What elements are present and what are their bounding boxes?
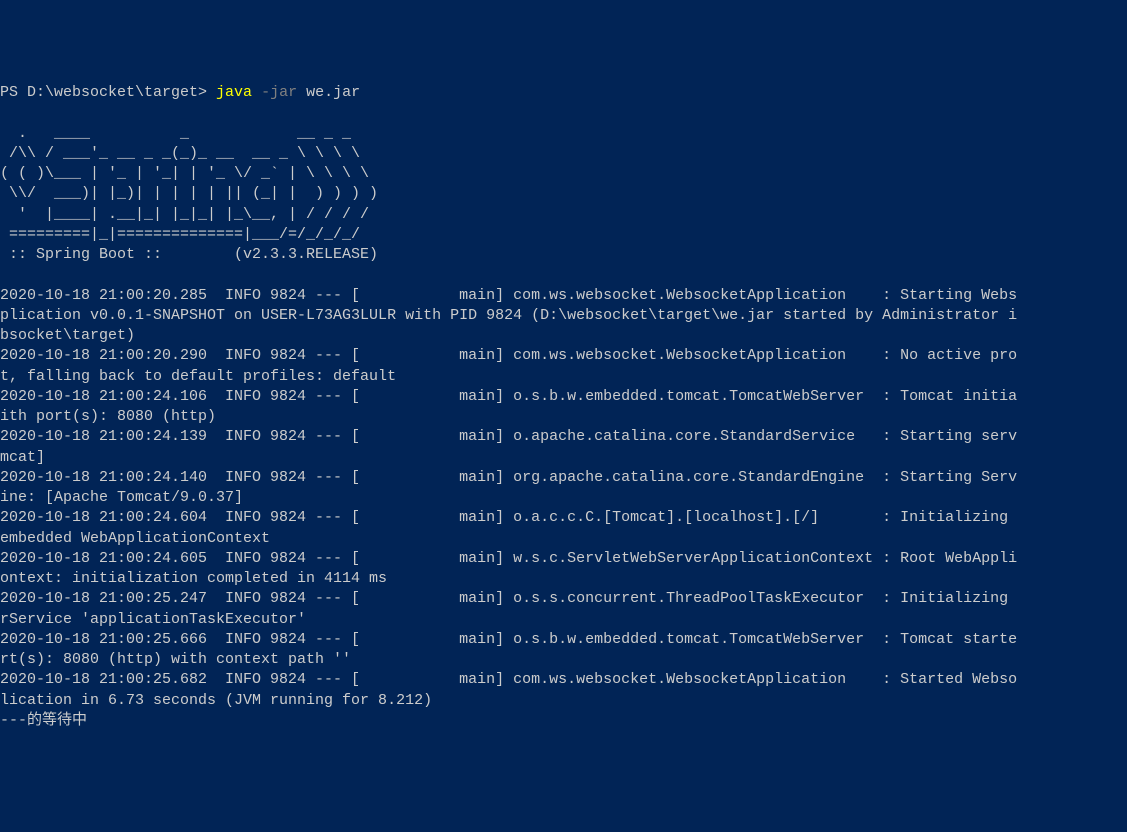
- log-entry: 2020-10-18 21:00:24.604 INFO 9824 --- [ …: [0, 509, 1017, 526]
- spring-banner-line: =========|_|==============|___/=/_/_/_/: [0, 226, 360, 243]
- spring-banner-line: /\\ / ___'_ __ _ _(_)_ __ __ _ \ \ \ \: [0, 145, 360, 162]
- log-entry: 2020-10-18 21:00:20.290 INFO 9824 --- [ …: [0, 347, 1017, 364]
- log-entry: lication in 6.73 seconds (JVM running fo…: [0, 692, 432, 709]
- spring-banner-line: ' |____| .__|_| |_|_| |_\__, | / / / /: [0, 206, 369, 223]
- spring-banner-line: . ____ _ __ _ _: [0, 125, 351, 142]
- log-entry: rService 'applicationTaskExecutor': [0, 611, 306, 628]
- log-entry: ontext: initialization completed in 4114…: [0, 570, 387, 587]
- log-entry: rt(s): 8080 (http) with context path '': [0, 651, 351, 668]
- prompt-line: PS D:\websocket\target> java -jar we.jar: [0, 84, 360, 101]
- spring-banner-line: ( ( )\___ | '_ | '_| | '_ \/ _` | \ \ \ …: [0, 165, 369, 182]
- log-entry: ---的等待中: [0, 712, 87, 729]
- log-entry: 2020-10-18 21:00:25.682 INFO 9824 --- [ …: [0, 671, 1017, 688]
- log-entry: ine: [Apache Tomcat/9.0.37]: [0, 489, 243, 506]
- log-entry: 2020-10-18 21:00:25.666 INFO 9824 --- [ …: [0, 631, 1017, 648]
- spring-banner-line: \\/ ___)| |_)| | | | | || (_| | ) ) ) ): [0, 185, 378, 202]
- log-entry: embedded WebApplicationContext: [0, 530, 270, 547]
- prompt-path: PS D:\websocket\target>: [0, 84, 216, 101]
- terminal-output[interactable]: PS D:\websocket\target> java -jar we.jar…: [0, 83, 1127, 731]
- command-file: we.jar: [297, 84, 360, 101]
- log-entry: ith port(s): 8080 (http): [0, 408, 216, 425]
- spring-boot-version: :: Spring Boot :: (v2.3.3.RELEASE): [0, 246, 378, 263]
- command-arg: -jar: [252, 84, 297, 101]
- log-entry: bsocket\target): [0, 327, 135, 344]
- log-entry: 2020-10-18 21:00:24.605 INFO 9824 --- [ …: [0, 550, 1017, 567]
- log-entry: 2020-10-18 21:00:20.285 INFO 9824 --- [ …: [0, 287, 1017, 304]
- log-entry: 2020-10-18 21:00:24.106 INFO 9824 --- [ …: [0, 388, 1017, 405]
- log-entry: t, falling back to default profiles: def…: [0, 368, 396, 385]
- log-entry: 2020-10-18 21:00:24.139 INFO 9824 --- [ …: [0, 428, 1017, 445]
- log-entry: 2020-10-18 21:00:24.140 INFO 9824 --- [ …: [0, 469, 1017, 486]
- log-entry: mcat]: [0, 449, 45, 466]
- command-java: java: [216, 84, 252, 101]
- log-entry: plication v0.0.1-SNAPSHOT on USER-L73AG3…: [0, 307, 1017, 324]
- log-entry: 2020-10-18 21:00:25.247 INFO 9824 --- [ …: [0, 590, 1017, 607]
